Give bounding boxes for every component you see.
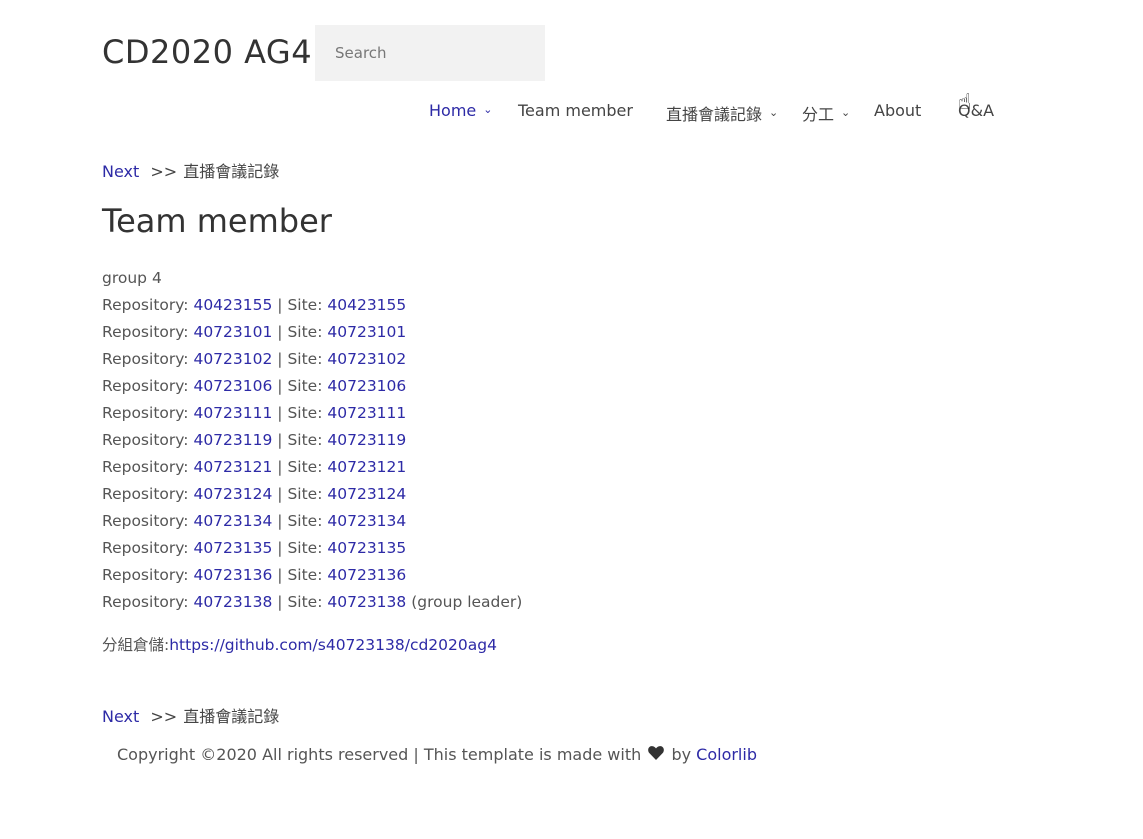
site-label: | Site: — [277, 593, 323, 611]
repository-link[interactable]: 40423155 — [193, 296, 272, 314]
repository-link[interactable]: 40723111 — [193, 404, 272, 422]
site-link[interactable]: 40723119 — [327, 431, 406, 449]
member-list: Repository: 40423155 | Site: 40423155 Rep… — [102, 292, 522, 616]
repository-label: Repository: — [102, 296, 189, 314]
repository-link[interactable]: 40723101 — [193, 323, 272, 341]
nav-label: 直播會議記錄 — [666, 105, 763, 124]
site-label: | Site: — [277, 539, 323, 557]
repository-label: Repository: — [102, 458, 189, 476]
main-nav: Home ⌄ Team member 直播會議記錄 ⌄ 分工 ⌄ About Q… — [0, 101, 1143, 125]
member-note: (group leader) — [411, 593, 523, 611]
group-label: group 4 — [102, 269, 162, 287]
hand-cursor-icon: ☝ — [958, 90, 972, 115]
site-link[interactable]: 40423155 — [327, 296, 406, 314]
member-row: Repository: 40723135 | Site: 40723135 — [102, 535, 522, 562]
footer-text: Copyright ©2020 All rights reserved | Th… — [117, 745, 642, 764]
member-row: Repository: 40723106 | Site: 40723106 — [102, 373, 522, 400]
nav-item-team-member[interactable]: Team member — [518, 101, 633, 120]
site-label: | Site: — [277, 377, 323, 395]
repository-link[interactable]: 40723121 — [193, 458, 272, 476]
repository-link[interactable]: 40723106 — [193, 377, 272, 395]
nav-item-about[interactable]: About — [874, 101, 921, 120]
repository-link[interactable]: 40723102 — [193, 350, 272, 368]
repository-link[interactable]: 40723135 — [193, 539, 272, 557]
next-link[interactable]: Next — [102, 162, 139, 181]
repository-label: Repository: — [102, 377, 189, 395]
site-link[interactable]: 40723111 — [327, 404, 406, 422]
member-row: Repository: 40723102 | Site: 40723102 — [102, 346, 522, 373]
group-repo-line: 分組倉儲:https://github.com/s40723138/cd2020… — [102, 632, 522, 659]
member-row: Repository: 40723121 | Site: 40723121 — [102, 454, 522, 481]
member-row: Repository: 40423155 | Site: 40423155 — [102, 292, 522, 319]
breadcrumb-bottom: Next >> 直播會議記錄 — [102, 703, 279, 727]
site-link[interactable]: 40723124 — [327, 485, 406, 503]
team-member-content: group 4 Repository: 40423155 | Site: 404… — [102, 265, 522, 659]
nav-label: Home — [429, 101, 477, 120]
member-row: Repository: 40723124 | Site: 40723124 — [102, 481, 522, 508]
member-row: Repository: 40723119 | Site: 40723119 — [102, 427, 522, 454]
nav-item-home[interactable]: Home ⌄ — [429, 101, 492, 120]
member-row: Repository: 40723101 | Site: 40723101 — [102, 319, 522, 346]
breadcrumb-separator: >> — [150, 162, 178, 181]
colorlib-link[interactable]: Colorlib — [696, 745, 757, 764]
chevron-down-icon: ⌄ — [841, 105, 851, 119]
repository-label: Repository: — [102, 512, 189, 530]
breadcrumb-target: 直播會議記錄 — [183, 707, 280, 726]
site-link[interactable]: 40723102 — [327, 350, 406, 368]
repository-label: Repository: — [102, 485, 189, 503]
nav-label: About — [874, 101, 922, 120]
repository-link[interactable]: 40723124 — [193, 485, 272, 503]
repository-label: Repository: — [102, 566, 189, 584]
next-link[interactable]: Next — [102, 707, 139, 726]
repository-label: Repository: — [102, 350, 189, 368]
site-link[interactable]: 40723134 — [327, 512, 406, 530]
nav-item-meeting-records[interactable]: 直播會議記錄 ⌄ — [666, 101, 778, 125]
chevron-down-icon: ⌄ — [769, 105, 779, 119]
repository-link[interactable]: 40723119 — [193, 431, 272, 449]
site-label: | Site: — [277, 485, 323, 503]
site-link[interactable]: 40723101 — [327, 323, 406, 341]
site-label: | Site: — [277, 350, 323, 368]
site-label: | Site: — [277, 323, 323, 341]
site-label: | Site: — [277, 566, 323, 584]
footer-by: by — [671, 745, 692, 764]
breadcrumb-target: 直播會議記錄 — [183, 162, 280, 181]
site-link[interactable]: 40723135 — [327, 539, 406, 557]
member-row: Repository: 40723138 | Site: 40723138 (g… — [102, 589, 522, 616]
site-title[interactable]: CD2020 AG4 — [102, 33, 312, 71]
site-label: | Site: — [277, 458, 323, 476]
repository-label: Repository: — [102, 539, 189, 557]
repository-link[interactable]: 40723136 — [193, 566, 272, 584]
repository-link[interactable]: 40723138 — [193, 593, 272, 611]
footer: Copyright ©2020 All rights reserved | Th… — [117, 745, 757, 764]
member-row: Repository: 40723134 | Site: 40723134 — [102, 508, 522, 535]
search-box[interactable] — [315, 25, 545, 81]
repository-link[interactable]: 40723134 — [193, 512, 272, 530]
nav-label: 分工 — [802, 105, 835, 124]
heart-icon — [648, 745, 665, 764]
member-row: Repository: 40723111 | Site: 40723111 — [102, 400, 522, 427]
site-link[interactable]: 40723121 — [327, 458, 406, 476]
nav-item-division[interactable]: 分工 ⌄ — [802, 101, 850, 125]
chevron-down-icon: ⌄ — [483, 103, 493, 116]
repository-label: Repository: — [102, 431, 189, 449]
site-label: | Site: — [277, 404, 323, 422]
site-link[interactable]: 40723138 — [327, 593, 406, 611]
search-input[interactable] — [333, 43, 527, 63]
page-title: Team member — [102, 202, 332, 240]
group-repo-label: 分組倉儲: — [102, 636, 170, 654]
breadcrumb-top: Next >> 直播會議記錄 — [102, 158, 279, 182]
site-label: | Site: — [277, 296, 323, 314]
breadcrumb-separator: >> — [150, 707, 178, 726]
site-label: | Site: — [277, 512, 323, 530]
repository-label: Repository: — [102, 593, 189, 611]
repository-label: Repository: — [102, 404, 189, 422]
site-link[interactable]: 40723106 — [327, 377, 406, 395]
group-repo-link[interactable]: https://github.com/s40723138/cd2020ag4 — [169, 636, 497, 654]
repository-label: Repository: — [102, 323, 189, 341]
site-label: | Site: — [277, 431, 323, 449]
nav-label: Team member — [518, 101, 633, 120]
site-link[interactable]: 40723136 — [327, 566, 406, 584]
member-row: Repository: 40723136 | Site: 40723136 — [102, 562, 522, 589]
